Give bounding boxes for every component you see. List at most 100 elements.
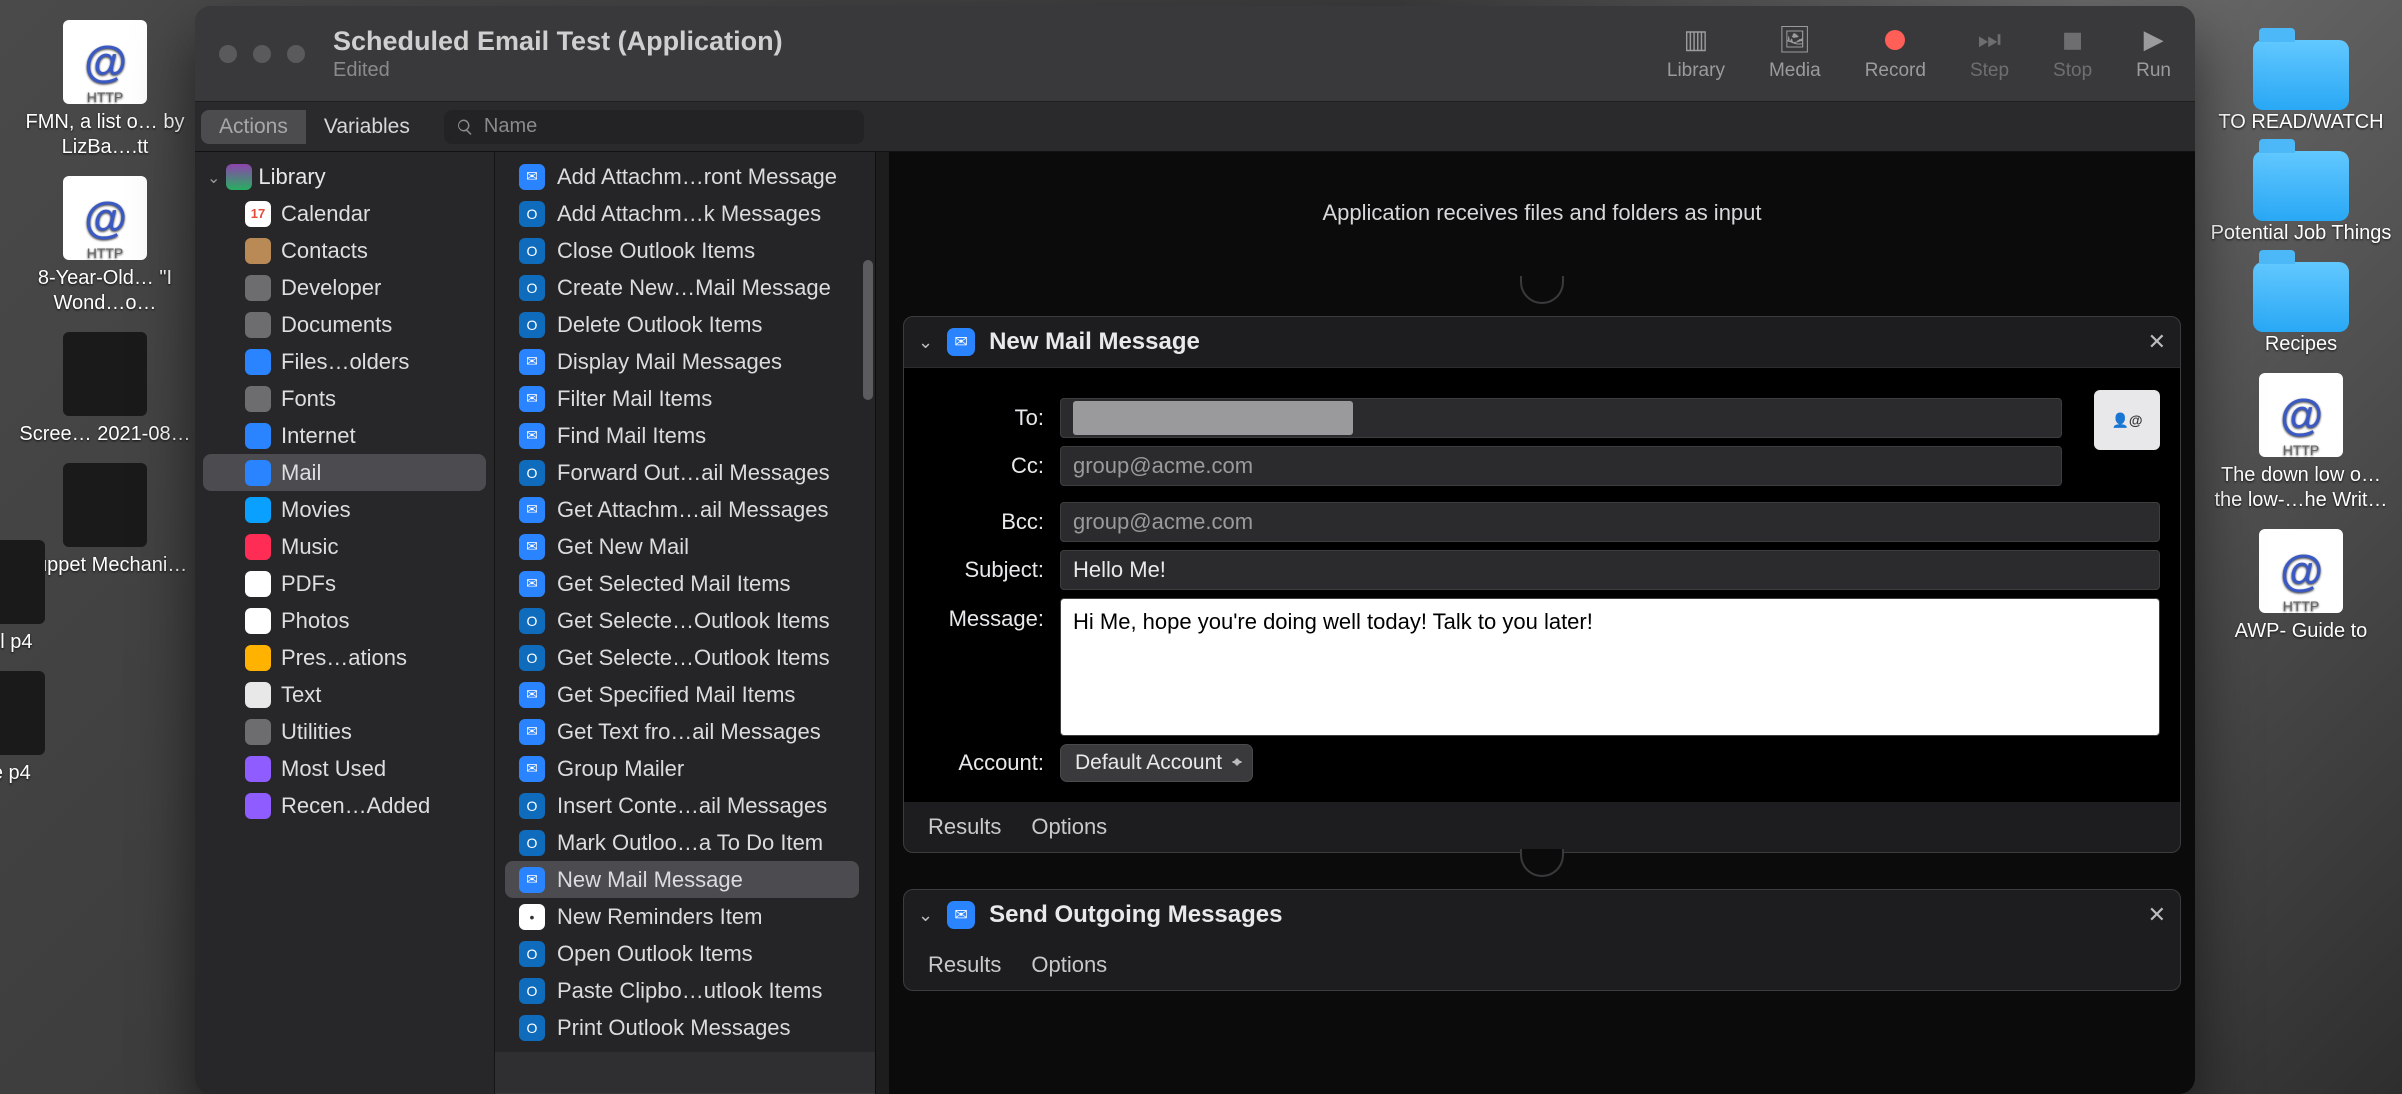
- action-item[interactable]: ✉Find Mail Items: [505, 417, 859, 454]
- desktop-item[interactable]: Recipes: [2206, 262, 2396, 357]
- library-item-mail[interactable]: Mail: [203, 454, 486, 491]
- action-item[interactable]: ✉Group Mailer: [505, 750, 859, 787]
- action-item[interactable]: ✉Display Mail Messages: [505, 343, 859, 380]
- desktop-item[interactable]: ute p4: [0, 671, 78, 786]
- close-window-icon[interactable]: [219, 45, 237, 63]
- toolbar-media[interactable]: 🖼 Media: [1769, 26, 1821, 82]
- remove-action-icon[interactable]: ✕: [2148, 329, 2166, 355]
- action-item[interactable]: ✉New Mail Message: [505, 861, 859, 898]
- action-title: New Mail Message: [989, 328, 1200, 356]
- action-item[interactable]: ✉Get Specified Mail Items: [505, 676, 859, 713]
- thumb-icon: [0, 540, 45, 624]
- desktop-item[interactable]: @AWP- Guide to: [2206, 529, 2396, 644]
- action-item[interactable]: ✉Get Text fro…ail Messages: [505, 713, 859, 750]
- library-item-most-used[interactable]: Most Used: [203, 750, 486, 787]
- options-button[interactable]: Options: [1031, 952, 1107, 978]
- library-item-recen-added[interactable]: Recen…Added: [203, 787, 486, 824]
- action-item-label: Insert Conte…ail Messages: [557, 793, 827, 819]
- desktop-item[interactable]: TO READ/WATCH: [2206, 40, 2396, 135]
- library-item-fonts[interactable]: Fonts: [203, 380, 486, 417]
- library-item-text[interactable]: Text: [203, 676, 486, 713]
- text-icon: [245, 682, 271, 708]
- tab-variables[interactable]: Variables: [306, 110, 428, 144]
- account-select[interactable]: Default Account: [1060, 744, 1253, 782]
- action-search[interactable]: [444, 110, 864, 144]
- action-item[interactable]: ✉Get Selected Mail Items: [505, 565, 859, 602]
- action-item[interactable]: OPrint Outlook Messages: [505, 1009, 859, 1046]
- zoom-window-icon[interactable]: [287, 45, 305, 63]
- toolbar-record[interactable]: Record: [1865, 26, 1926, 82]
- toolbar-run[interactable]: ▶ Run: [2136, 26, 2171, 82]
- library-item-developer[interactable]: Developer: [203, 269, 486, 306]
- library-item-label: Internet: [281, 423, 356, 449]
- library-item-pres-ations[interactable]: Pres…ations: [203, 639, 486, 676]
- library-item-music[interactable]: Music: [203, 528, 486, 565]
- desktop-item[interactable]: @FMN, a list o… by LizBa….tt: [10, 20, 200, 160]
- window-controls[interactable]: [219, 45, 305, 63]
- desktop-item[interactable]: Potential Job Things: [2206, 151, 2396, 246]
- library-item-photos[interactable]: Photos: [203, 602, 486, 639]
- desktop-item[interactable]: @The down low o… the low-…he Writ…: [2206, 373, 2396, 513]
- to-field[interactable]: [1060, 398, 2062, 438]
- contacts-picker-button[interactable]: 👤@: [2094, 390, 2160, 450]
- thumb-icon: [63, 332, 147, 416]
- desktop-item[interactable]: Scree… 2021-08…: [10, 332, 200, 447]
- action-item[interactable]: OPaste Clipbo…utlook Items: [505, 972, 859, 1009]
- action-item[interactable]: OOpen Outlook Items: [505, 935, 859, 972]
- action-item[interactable]: OForward Out…ail Messages: [505, 454, 859, 491]
- recipient-token[interactable]: [1073, 401, 1353, 435]
- purple-icon: [245, 793, 271, 819]
- subject-field[interactable]: [1060, 550, 2160, 590]
- mail-icon: ✉: [519, 719, 545, 745]
- action-item[interactable]: ✉Get New Mail: [505, 528, 859, 565]
- actions-list[interactable]: ✉Add Attachm…ront MessageOAdd Attachm…k …: [495, 152, 875, 1052]
- action-item[interactable]: OClose Outlook Items: [505, 232, 859, 269]
- action-search-input[interactable]: [484, 115, 852, 138]
- tab-actions[interactable]: Actions: [201, 110, 306, 144]
- scrollbar-thumb[interactable]: [863, 260, 873, 400]
- library-item-pdfs[interactable]: PDFs: [203, 565, 486, 602]
- library-item-documents[interactable]: Documents: [203, 306, 486, 343]
- toolbar-stop[interactable]: ◼ Stop: [2053, 26, 2092, 82]
- toolbar-library[interactable]: ▥ Library: [1667, 26, 1725, 82]
- library-item-label: Utilities: [281, 719, 352, 745]
- action-item[interactable]: OGet Selecte…Outlook Items: [505, 639, 859, 676]
- fonts-icon: [245, 386, 271, 412]
- library-sidebar[interactable]: ⌄Library17CalendarContactsDeveloperDocum…: [195, 152, 495, 1094]
- minimize-window-icon[interactable]: [253, 45, 271, 63]
- action-item[interactable]: ✉Get Attachm…ail Messages: [505, 491, 859, 528]
- action-item[interactable]: ✉Add Attachm…ront Message: [505, 158, 859, 195]
- action-item[interactable]: •New Reminders Item: [505, 898, 859, 935]
- library-item-movies[interactable]: Movies: [203, 491, 486, 528]
- toolbar-step[interactable]: ⏭ Step: [1970, 26, 2009, 82]
- library-item-utilities[interactable]: Utilities: [203, 713, 486, 750]
- library-item-contacts[interactable]: Contacts: [203, 232, 486, 269]
- action-item[interactable]: OAdd Attachm…k Messages: [505, 195, 859, 232]
- action-item[interactable]: OCreate New…Mail Message: [505, 269, 859, 306]
- action-item[interactable]: OGet Selecte…Outlook Items: [505, 602, 859, 639]
- chevron-down-icon[interactable]: ⌄: [918, 905, 933, 926]
- desktop-item[interactable]: @8-Year-Old… "I Wond…o…: [10, 176, 200, 316]
- action-item[interactable]: ✉Filter Mail Items: [505, 380, 859, 417]
- remove-action-icon[interactable]: ✕: [2148, 902, 2166, 928]
- action-item[interactable]: ODelete Outlook Items: [505, 306, 859, 343]
- workflow-canvas[interactable]: Application receives files and folders a…: [889, 152, 2195, 1094]
- mail-icon: ✉: [519, 386, 545, 412]
- library-item-calendar[interactable]: 17Calendar: [203, 195, 486, 232]
- library-item-internet[interactable]: Internet: [203, 417, 486, 454]
- chevron-down-icon[interactable]: ⌄: [918, 332, 933, 353]
- desktop-item[interactable]: stol p4: [0, 540, 78, 655]
- results-button[interactable]: Results: [928, 814, 1001, 840]
- desktop-farleft-column: stol p4 ute p4: [0, 540, 78, 786]
- cc-field[interactable]: [1060, 446, 2062, 486]
- pane-divider[interactable]: [875, 152, 889, 1094]
- action-item-label: Create New…Mail Message: [557, 275, 831, 301]
- action-item[interactable]: OMark Outloo…a To Do Item: [505, 824, 859, 861]
- library-item-files-olders[interactable]: Files…olders: [203, 343, 486, 380]
- message-field[interactable]: [1060, 598, 2160, 736]
- results-button[interactable]: Results: [928, 952, 1001, 978]
- bcc-field[interactable]: [1060, 502, 2160, 542]
- action-item[interactable]: OInsert Conte…ail Messages: [505, 787, 859, 824]
- library-item-library[interactable]: ⌄Library: [203, 158, 486, 195]
- options-button[interactable]: Options: [1031, 814, 1107, 840]
